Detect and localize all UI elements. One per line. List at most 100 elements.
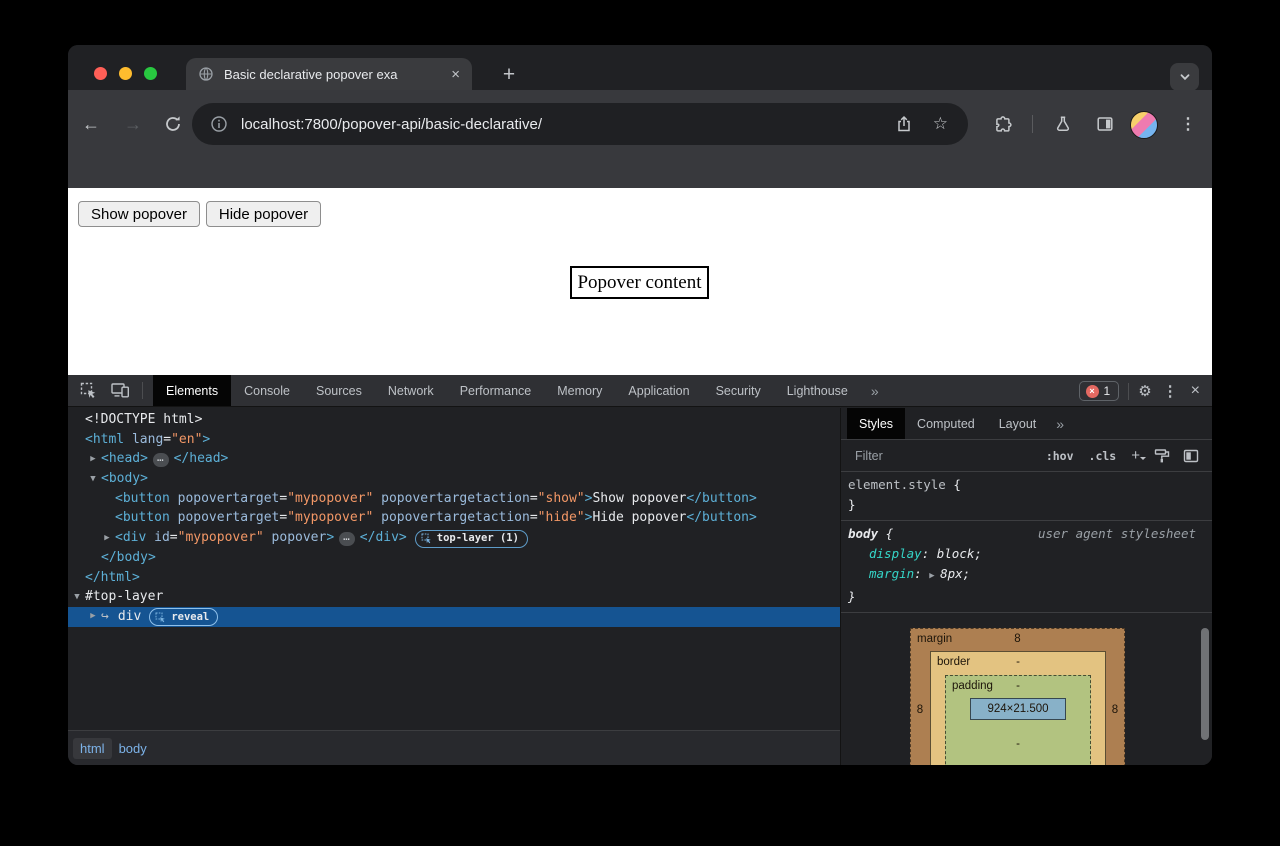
side-panel-icon[interactable]	[1094, 113, 1116, 135]
revealed-node-arrow-icon: ↪	[101, 609, 118, 624]
devtools-toolbar-divider	[142, 382, 143, 399]
expanded-arrow-icon[interactable]: ▼	[71, 588, 83, 608]
dom-tree-row[interactable]: </body>	[68, 548, 840, 568]
site-info-icon[interactable]	[210, 115, 228, 133]
browser-toolbar: ← → localhost:7800/popover-api/basic-dec…	[68, 90, 1212, 188]
elements-dom-pane: <!DOCTYPE html><html lang="en">▶<head>…<…	[68, 408, 840, 730]
more-sidebar-tabs-icon[interactable]: »	[1056, 416, 1064, 432]
reload-button[interactable]	[163, 114, 185, 136]
show-popover-button[interactable]: Show popover	[78, 201, 200, 227]
margin-left-value: 8	[914, 702, 926, 718]
collapsed-children-ellipsis[interactable]: …	[339, 532, 355, 546]
box-model-diagram[interactable]: margin 8 8 8 - - - - border - padding -	[910, 628, 1125, 765]
styles-tab-computed[interactable]: Computed	[905, 408, 987, 439]
new-tab-button[interactable]: +	[495, 62, 523, 90]
devtools-tab-network[interactable]: Network	[375, 375, 447, 406]
devtools-tab-lighthouse[interactable]: Lighthouse	[774, 375, 861, 406]
devtools-settings-gear-icon[interactable]: ⚙	[1138, 382, 1151, 400]
rule-origin: user agent stylesheet	[1038, 524, 1196, 544]
tab-close-icon[interactable]: ×	[447, 66, 464, 83]
rule-selector[interactable]: body	[848, 526, 878, 541]
traffic-close-button[interactable]	[94, 67, 107, 80]
experiments-flask-icon[interactable]	[1052, 113, 1074, 135]
box-model-content-box: 924×21.500	[970, 698, 1066, 720]
dom-tree-row[interactable]: <html lang="en">	[68, 430, 840, 450]
share-icon[interactable]	[895, 115, 913, 133]
styles-tab-styles[interactable]: Styles	[847, 408, 905, 439]
bookmark-star-icon[interactable]: ☆	[933, 114, 948, 134]
adorner-badge[interactable]: top-layer (1)	[415, 530, 528, 548]
back-button[interactable]: ←	[80, 113, 102, 135]
devtools-tab-memory[interactable]: Memory	[544, 375, 615, 406]
dom-tree-row[interactable]: </html>	[68, 568, 840, 588]
collapsed-arrow-icon[interactable]: ▶	[87, 450, 99, 470]
error-icon: ×	[1086, 385, 1099, 398]
extensions-icon[interactable]	[992, 113, 1014, 135]
tab-search-chevron-button[interactable]	[1170, 63, 1199, 91]
toolbar-divider	[1032, 115, 1033, 133]
collapsed-children-ellipsis[interactable]: …	[153, 453, 169, 467]
border-top-value: -	[931, 656, 1105, 668]
dom-tree-row[interactable]: ▶<div id="mypopover" popover>…</div>top-…	[68, 528, 840, 548]
rule-selector[interactable]: element.style	[848, 477, 946, 492]
style-rule[interactable]: body {user agent stylesheetdisplay: bloc…	[841, 521, 1212, 613]
tab-strip: Basic declarative popover exa × +	[68, 45, 1212, 90]
devtools-menu-kebab-icon[interactable]: ⋮	[1161, 382, 1180, 400]
hide-popover-button[interactable]: Hide popover	[206, 201, 321, 227]
collapsed-arrow-icon[interactable]: ▶	[87, 607, 99, 627]
devtools-close-icon[interactable]: ×	[1189, 382, 1202, 400]
devtools-tab-application[interactable]: Application	[615, 375, 702, 406]
dom-tree-row[interactable]: <button popovertarget="mypopover" popove…	[68, 489, 840, 509]
css-property[interactable]: display: block;	[841, 544, 1212, 564]
device-toolbar-icon[interactable]	[111, 383, 130, 398]
breadcrumb-body[interactable]: body	[112, 738, 154, 759]
expanded-arrow-icon[interactable]: ▼	[87, 470, 99, 490]
error-count: 1	[1104, 384, 1111, 398]
console-error-badge[interactable]: × 1	[1079, 381, 1120, 401]
devtools-tab-console[interactable]: Console	[231, 375, 303, 406]
styles-sidebar: StylesComputedLayout » Filter :hov .cls +…	[841, 408, 1212, 765]
popover-content: Popover content	[570, 266, 709, 299]
styles-tab-layout[interactable]: Layout	[987, 408, 1049, 439]
url-text[interactable]: localhost:7800/popover-api/basic-declara…	[241, 116, 895, 133]
devtools-tab-elements[interactable]: Elements	[153, 375, 231, 406]
styles-scrollbar-thumb[interactable]	[1201, 628, 1209, 740]
new-style-rule-button[interactable]: +	[1131, 447, 1140, 464]
more-panels-icon[interactable]: »	[871, 383, 879, 399]
devtools-tab-security[interactable]: Security	[703, 375, 774, 406]
styles-filter-bar: Filter :hov .cls +	[841, 440, 1212, 472]
inspect-element-icon[interactable]	[80, 382, 97, 399]
collapsed-arrow-icon[interactable]: ▶	[101, 529, 113, 549]
css-property[interactable]: margin: ▶ 8px;	[841, 564, 1212, 587]
toggle-class-button[interactable]: .cls	[1089, 449, 1117, 463]
dom-tree-row[interactable]: ▶<head>…</head>	[68, 449, 840, 469]
url-bar[interactable]: localhost:7800/popover-api/basic-declara…	[192, 103, 968, 145]
browser-menu-kebab-icon[interactable]: ⋮	[1177, 113, 1199, 135]
traffic-minimize-button[interactable]	[119, 67, 132, 80]
tab-title: Basic declarative popover exa	[224, 67, 447, 82]
dom-tree-row[interactable]: ▶↪divreveal	[68, 607, 840, 627]
paint-roller-icon[interactable]	[1154, 448, 1170, 464]
margin-top-value: 8	[911, 633, 1124, 645]
devtools-panel: ElementsConsoleSourcesNetworkPerformance…	[68, 375, 1212, 765]
box-model-padding-box: padding - - 924×21.500	[945, 675, 1091, 765]
devtools-tab-sources[interactable]: Sources	[303, 375, 375, 406]
breadcrumb-html[interactable]: html	[73, 738, 112, 759]
traffic-zoom-button[interactable]	[144, 67, 157, 80]
style-rule[interactable]: element.style {}	[841, 472, 1212, 521]
dom-tree-row[interactable]: <button popovertarget="mypopover" popove…	[68, 508, 840, 528]
toggle-hover-state-button[interactable]: :hov	[1046, 449, 1074, 463]
devtools-tab-performance[interactable]: Performance	[447, 375, 545, 406]
filter-input[interactable]: Filter	[855, 449, 1046, 463]
profile-avatar[interactable]	[1130, 111, 1158, 139]
forward-button[interactable]: →	[122, 113, 144, 135]
dock-sidebar-icon[interactable]	[1183, 448, 1199, 464]
browser-tab[interactable]: Basic declarative popover exa ×	[186, 58, 472, 90]
styles-tab-bar: StylesComputedLayout »	[841, 408, 1212, 440]
adorner-badge[interactable]: reveal	[149, 608, 218, 626]
dom-tree-row[interactable]: ▼<body>	[68, 469, 840, 489]
dom-breadcrumb-bar: html body	[68, 730, 840, 765]
globe-favicon-icon	[198, 66, 214, 82]
dom-tree-row[interactable]: ▼#top-layer	[68, 587, 840, 607]
dom-tree-row[interactable]: <!DOCTYPE html>	[68, 410, 840, 430]
